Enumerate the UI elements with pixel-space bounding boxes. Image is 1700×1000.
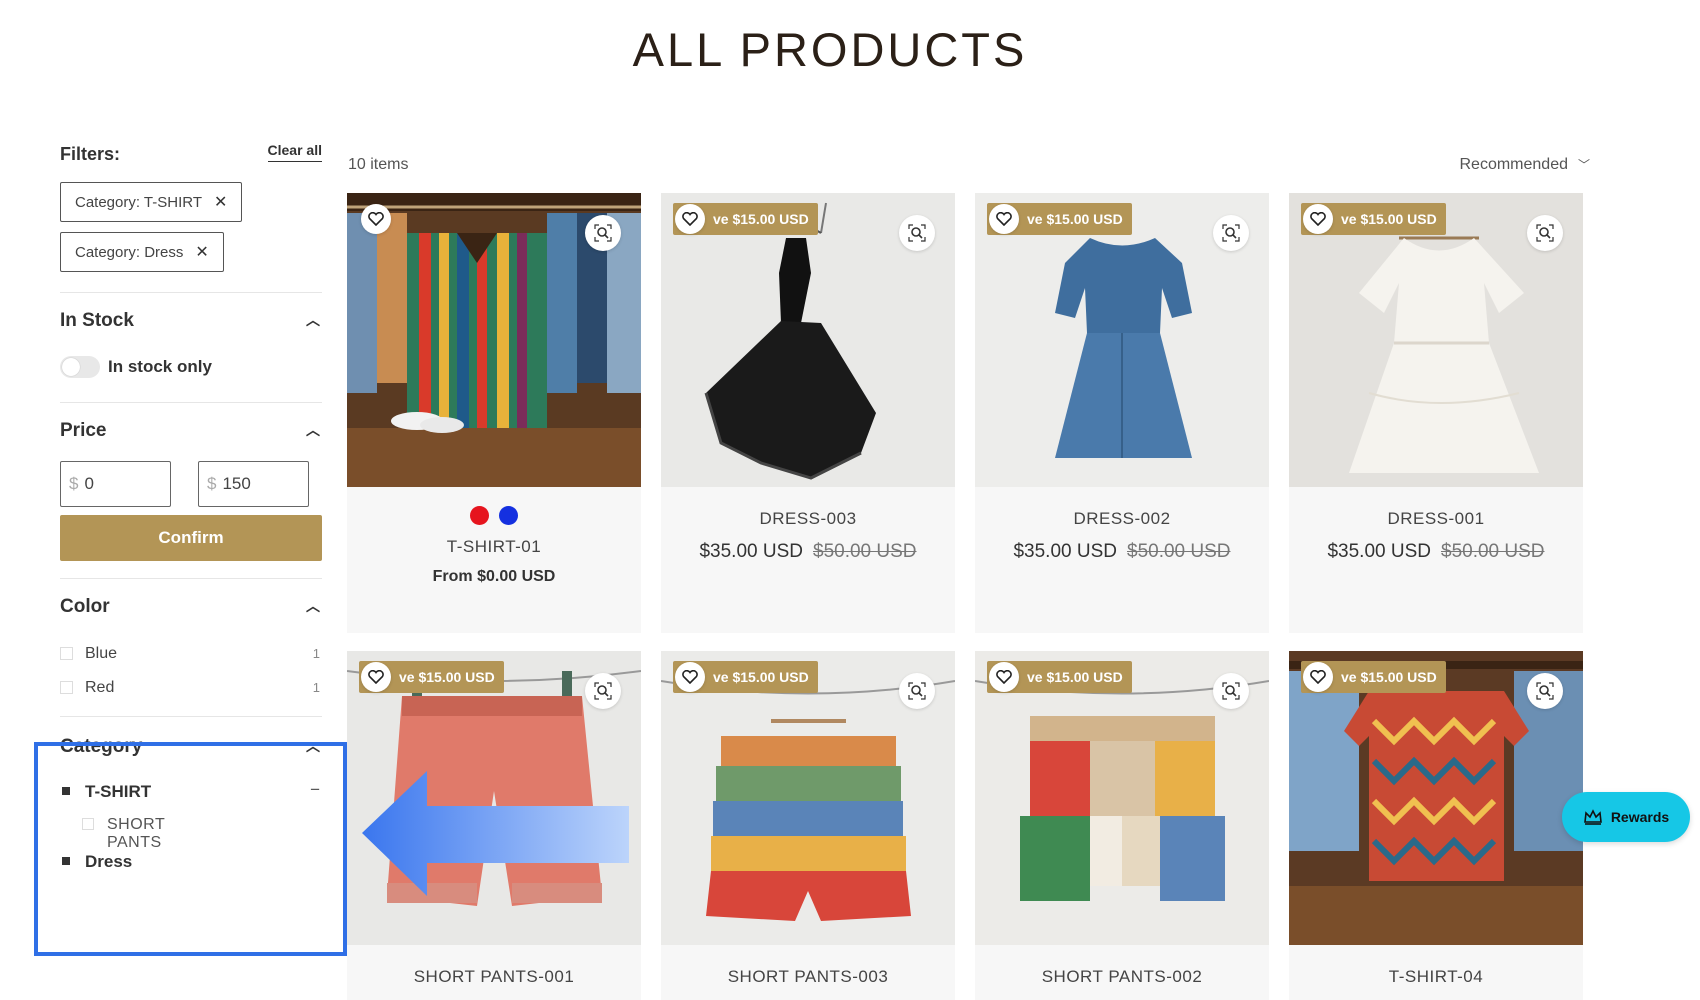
quick-view-icon[interactable] [1527,673,1563,709]
price-section-header[interactable]: Price ︿ [60,420,322,442]
chevron-down-icon: ﹀ [1577,158,1590,172]
price-min-input[interactable]: $ 0 [60,461,171,507]
color-option-count: 1 [312,680,320,695]
original-price: $50.00 USD [813,541,917,562]
divider [60,292,322,293]
filters-header: Filters: Clear all [60,142,322,165]
color-title: Color [60,596,110,617]
original-price: $50.00 USD [1441,541,1545,562]
quick-view-icon[interactable] [899,673,935,709]
swatch-red[interactable] [470,506,489,525]
chevron-up-icon: ︿ [306,422,320,438]
wishlist-heart-icon[interactable] [361,204,391,234]
chevron-up-icon: ︿ [306,598,320,614]
product-price: $35.00 USD $50.00 USD [975,541,1269,563]
product-name[interactable]: DRESS-002 [975,509,1269,529]
divider [60,578,322,579]
wishlist-heart-icon[interactable] [989,662,1019,692]
swatch-blue[interactable] [499,506,518,525]
product-card[interactable]: T-SHIRT-01 From $0.00 USD [347,193,641,633]
sale-price: $35.00 USD [1327,541,1431,562]
wishlist-heart-icon[interactable] [361,662,391,692]
quick-view-icon[interactable] [1213,673,1249,709]
original-price: $50.00 USD [1127,541,1231,562]
in-stock-section-header[interactable]: In Stock ︿ [60,310,322,332]
product-price: $35.00 USD $50.00 USD [1289,541,1583,563]
product-name[interactable]: SHORT PANTS-003 [661,967,955,987]
product-name[interactable]: SHORT PANTS-002 [975,967,1269,987]
product-card[interactable]: ve $15.00 USD DRESS-002 $35.00 USD $50.00… [975,193,1269,633]
price-max-input[interactable]: $ 150 [198,461,309,507]
checkbox[interactable] [60,647,73,660]
checkbox[interactable] [60,681,73,694]
remove-chip-icon[interactable]: ✕ [195,242,208,262]
quick-view-icon[interactable] [1527,215,1563,251]
product-card[interactable]: ve $15.00 USD DRESS-001 $35.00 USD $50.00… [1289,193,1583,633]
color-swatches [347,506,641,525]
active-filter-chip-dress[interactable]: Category: Dress ✕ [60,232,224,272]
quick-view-icon[interactable] [1213,215,1249,251]
wishlist-heart-icon[interactable] [1303,662,1333,692]
product-name[interactable]: DRESS-001 [1289,509,1583,529]
product-price: $35.00 USD $50.00 USD [661,541,955,563]
quick-view-icon[interactable] [585,673,621,709]
chip-label: Category: T-SHIRT [75,193,202,211]
product-name[interactable]: SHORT PANTS-001 [347,967,641,987]
currency-symbol: $ [207,474,217,493]
currency-symbol: $ [69,474,79,493]
sale-price: $35.00 USD [1013,541,1117,562]
wishlist-heart-icon[interactable] [675,204,705,234]
in-stock-toggle[interactable] [60,356,100,378]
in-stock-toggle-label: In stock only [108,357,212,376]
quick-view-icon[interactable] [585,215,621,251]
category-highlight-box [34,742,347,956]
product-card[interactable]: ve $15.00 USD SHORT PANTS-001 [347,651,641,1000]
color-section-header[interactable]: Color ︿ [60,596,322,618]
product-card[interactable]: ve $15.00 USD SHORT PANTS-003 [661,651,955,1000]
price-confirm-button[interactable]: Confirm [60,515,322,561]
color-option-count: 1 [312,646,320,661]
wishlist-heart-icon[interactable] [989,204,1019,234]
divider [60,402,322,403]
product-name[interactable]: T-SHIRT-01 [347,537,641,557]
rewards-label: Rewards [1610,809,1670,825]
page-title: ALL PRODUCTS [632,23,1028,76]
product-name[interactable]: T-SHIRT-04 [1289,967,1583,987]
remove-chip-icon[interactable]: ✕ [214,192,227,212]
sort-dropdown[interactable]: Recommended ﹀ [1459,156,1590,174]
clear-all-link[interactable]: Clear all [267,142,322,162]
rewards-button[interactable]: Rewards [1562,792,1690,842]
price-min-value: 0 [84,474,94,493]
chevron-up-icon: ︿ [306,312,320,328]
quick-view-icon[interactable] [899,215,935,251]
items-count: 10 items [348,156,409,173]
chip-label: Category: Dress [75,243,184,261]
crown-icon [1583,809,1602,825]
filters-label: Filters: [60,144,121,164]
product-name[interactable]: DRESS-003 [661,509,955,529]
product-price: From $0.00 USD [432,568,556,585]
color-option-label: Blue [85,645,118,662]
color-option-label: Red [85,679,115,696]
wishlist-heart-icon[interactable] [1303,204,1333,234]
active-filter-chip-tshirt[interactable]: Category: T-SHIRT ✕ [60,182,243,222]
product-card[interactable]: ve $15.00 USD SHORT PANTS-002 [975,651,1269,1000]
in-stock-title: In Stock [60,310,134,331]
price-max-value: 150 [222,474,251,493]
price-title: Price [60,420,107,441]
product-card[interactable]: ve $15.00 USD T-SHIRT-04 [1289,651,1583,1000]
wishlist-heart-icon[interactable] [675,662,705,692]
sort-value: Recommended [1459,156,1568,173]
divider [60,716,322,717]
product-card[interactable]: ve $15.00 USD DRESS-003 $35.00 USD $50.00… [661,193,955,633]
sale-price: $35.00 USD [699,541,803,562]
